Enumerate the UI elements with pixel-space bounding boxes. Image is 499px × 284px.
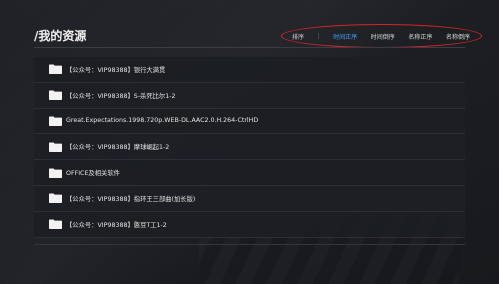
sort-bar: 排序 | 时间正序 时间倒序 名称正序 名称倒序 <box>284 25 478 47</box>
file-name: OFFICE及相关软件 <box>66 170 120 178</box>
file-name: 【公众号：VIP98388】指环王三部曲(加长版) <box>66 195 196 203</box>
sort-time-desc[interactable]: 时间倒序 <box>371 32 395 41</box>
folder-icon <box>49 219 62 230</box>
folder-icon <box>49 142 62 152</box>
list-item[interactable]: 【公众号：VIP98388】银行大满贯 <box>34 57 465 83</box>
file-name: 【公众号：VIP98388】摩球崛起1-2 <box>66 144 170 152</box>
page-title: /我的资源 <box>34 29 87 43</box>
folder-icon <box>49 90 62 101</box>
list-item[interactable]: Great.Expectations.1998.720p.WEB-DL.AAC2… <box>34 108 465 135</box>
list-item[interactable]: 【公众号：VIP98388】憨豆T工1-2 <box>34 211 465 238</box>
resource-page: /我的资源 排序 | 时间正序 时间倒序 名称正序 名称倒序 【公众号：VIP9… <box>0 0 499 284</box>
sort-separator: | <box>317 32 320 40</box>
header-divider <box>34 47 465 48</box>
footer-divider <box>34 244 465 245</box>
file-name: 【公众号：VIP98388】憨豆T工1-2 <box>66 221 167 229</box>
sort-label: 排序 <box>292 33 305 41</box>
sort-time-asc[interactable]: 时间正序 <box>333 32 357 41</box>
list-item[interactable]: 【公众号：VIP98388】摩球崛起1-2 <box>34 134 465 161</box>
file-name: Great.Expectations.1998.720p.WEB-DL.AAC2… <box>66 117 259 125</box>
folder-icon <box>49 168 62 178</box>
file-name: 【公众号：VIP98388】银行大满贯 <box>66 66 166 74</box>
list-item[interactable]: OFFICE及相关软件 <box>34 160 465 186</box>
file-name: 【公众号：VIP98388】S-杀死比尔1-2 <box>66 92 176 100</box>
file-list: 【公众号：VIP98388】银行大满贯 【公众号：VIP98388】S-杀死比尔… <box>34 57 465 238</box>
folder-icon <box>49 193 62 204</box>
sort-name-desc[interactable]: 名称倒序 <box>446 32 470 41</box>
sort-name-asc[interactable]: 名称正序 <box>408 32 432 41</box>
folder-icon <box>49 116 62 126</box>
folder-icon <box>49 64 62 75</box>
list-item[interactable]: 【公众号：VIP98388】指环王三部曲(加长版) <box>34 185 465 212</box>
list-item[interactable]: 【公众号：VIP98388】S-杀死比尔1-2 <box>34 82 465 109</box>
